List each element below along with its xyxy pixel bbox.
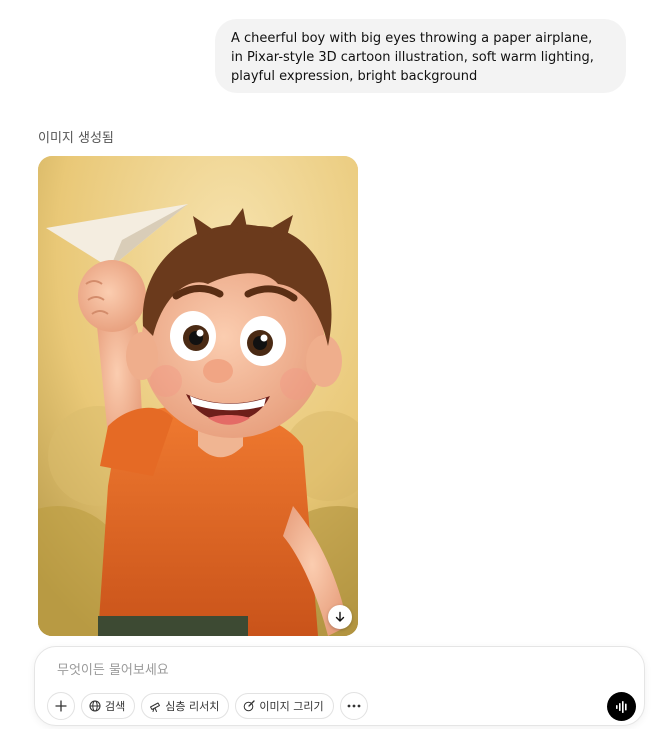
message-input[interactable] xyxy=(57,660,577,680)
create-image-label: 이미지 그리기 xyxy=(259,700,324,713)
more-icon xyxy=(347,704,360,708)
deep-research-button[interactable]: 심층 리서치 xyxy=(141,693,230,719)
image-generated-label: 이미지 생성됨 xyxy=(38,131,114,146)
globe-icon xyxy=(89,700,101,712)
search-button[interactable]: 검색 xyxy=(81,693,136,719)
message-composer: 검색 심층 리서치 이미지 그리기 xyxy=(34,646,645,726)
telescope-icon xyxy=(150,702,161,712)
add-attachment-button[interactable] xyxy=(47,692,75,720)
generated-image-art xyxy=(38,156,358,636)
paint-icon xyxy=(244,700,256,712)
generated-image[interactable] xyxy=(38,156,358,636)
user-message-text: A cheerful boy with big eyes throwing a … xyxy=(231,31,594,84)
voice-icon xyxy=(615,700,627,713)
deep-research-label: 심층 리서치 xyxy=(165,700,220,713)
voice-mode-button[interactable] xyxy=(607,692,636,721)
download-button[interactable] xyxy=(328,605,352,629)
composer-tool-row: 검색 심층 리서치 이미지 그리기 xyxy=(47,692,368,720)
user-message-bubble: A cheerful boy with big eyes throwing a … xyxy=(215,19,626,93)
download-icon xyxy=(335,611,345,622)
search-button-label: 검색 xyxy=(105,700,126,713)
plus-icon xyxy=(55,700,67,712)
more-options-button[interactable] xyxy=(339,692,368,720)
create-image-button[interactable]: 이미지 그리기 xyxy=(235,693,334,719)
